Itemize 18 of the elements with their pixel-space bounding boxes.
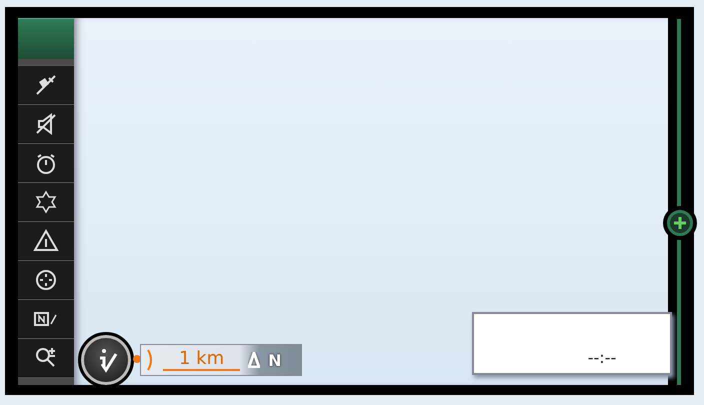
sidebar-button[interactable] [18,299,74,338]
arrival-time: --:-- [586,348,616,367]
sidebar-button[interactable] [18,65,74,104]
compass-label: N [268,350,282,370]
sidebar-button[interactable] [18,104,74,143]
scale-label: 1 km [163,349,240,371]
sidebar-button[interactable] [18,221,74,260]
warning-icon [33,228,59,254]
star-icon [33,188,59,214]
plus-icon [673,216,687,230]
sidebar-button[interactable] [18,338,74,377]
sidebar-header [18,18,74,59]
sidebar-button[interactable] [18,260,74,299]
north-arrow-icon [248,352,260,368]
sidebar-footer [18,377,74,385]
sidebar-button[interactable] [18,182,74,221]
sidebar-button[interactable] [18,143,74,182]
bracket-icon [147,348,155,372]
